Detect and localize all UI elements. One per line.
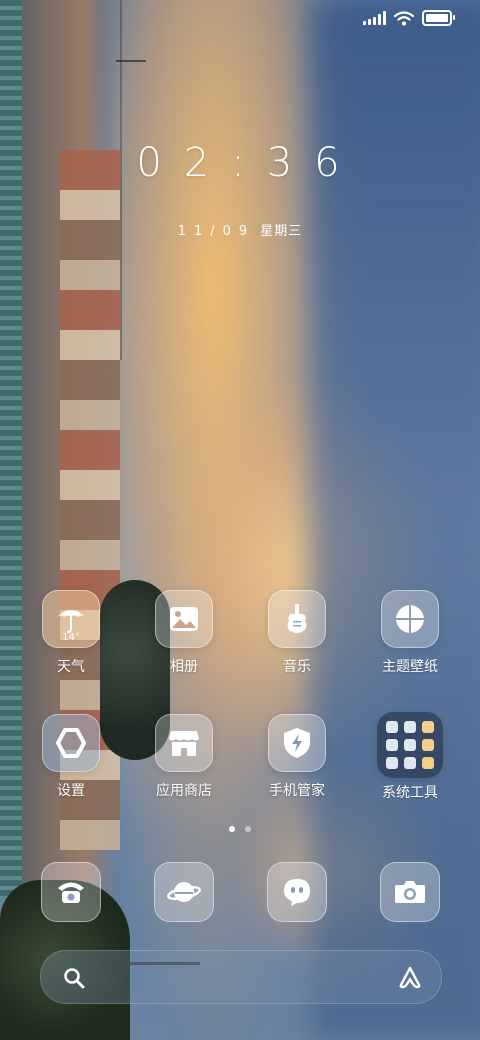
app-themes[interactable]: 主题壁纸 [355,590,465,676]
signal-icon [363,11,386,25]
app-label: 主题壁纸 [382,659,438,675]
app-weather[interactable]: 14° 天气 [16,590,126,676]
app-gallery[interactable]: 相册 [129,590,239,676]
settings-icon [42,714,100,772]
messages-icon [284,879,310,906]
app-settings[interactable]: 设置 [16,714,126,800]
date-weekday: 星期三 [260,224,303,239]
security-icon [268,714,326,772]
app-security[interactable]: 手机管家 [242,714,352,800]
search-bar[interactable] [40,950,442,1004]
phone-icon [58,882,84,903]
date: 11/09 星期三 [0,220,480,239]
weather-temperature: 14° [62,632,80,643]
app-label: 应用商店 [156,783,212,799]
page-dot-active [229,826,235,832]
theme-icon [381,590,439,648]
browser-icon [167,882,201,902]
app-label: 手机管家 [269,783,325,799]
dock-browser[interactable] [154,862,214,922]
umbrella-icon: 14° [42,590,100,648]
gallery-icon [155,590,213,648]
app-store[interactable]: 应用商店 [129,714,239,800]
page-dot [245,826,251,832]
search-icon[interactable] [63,967,85,989]
assistant-icon[interactable] [397,965,423,989]
dock-camera[interactable] [380,862,440,922]
app-music[interactable]: 音乐 [242,590,352,676]
app-label: 天气 [57,659,85,675]
date-month-day: 11/09 [177,224,256,239]
tools-folder-icon [377,712,443,778]
guitar-icon [268,590,326,648]
clock-time[interactable]: 02:36 [0,140,480,186]
status-bar [363,10,455,26]
dock-messages[interactable] [267,862,327,922]
app-label: 系统工具 [382,785,438,801]
camera-icon [395,881,425,903]
app-system-tools[interactable]: 系统工具 [355,712,465,802]
battery-icon [422,10,455,26]
app-label: 设置 [57,783,85,799]
store-icon [155,714,213,772]
app-label: 音乐 [283,659,311,675]
dock-phone[interactable] [41,862,101,922]
app-label: 相册 [170,659,198,675]
page-indicator [0,826,480,832]
wifi-icon [394,10,414,25]
